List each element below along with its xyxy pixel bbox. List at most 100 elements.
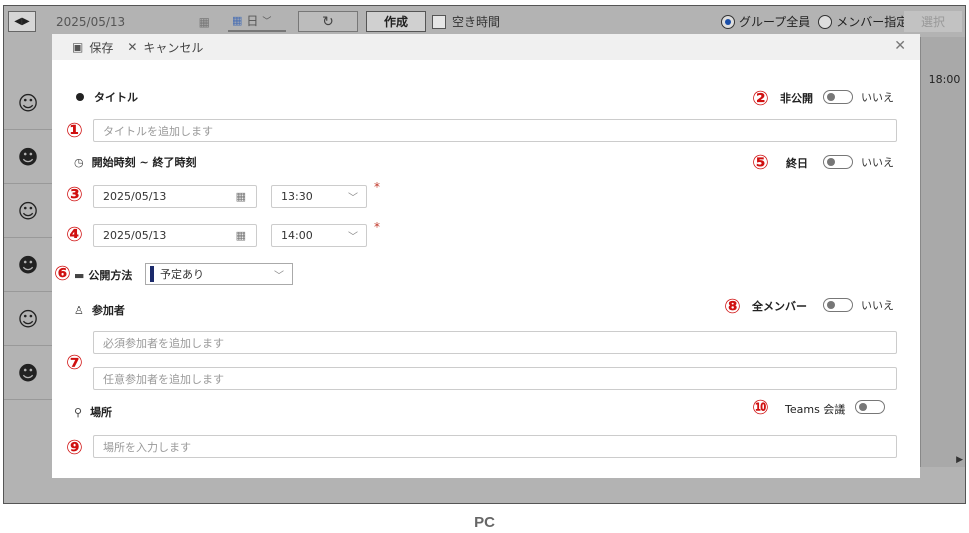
avatar[interactable]: ☺: [4, 76, 52, 130]
title-label: タイトル: [94, 91, 138, 104]
start-time-select[interactable]: 13:30 ﹀: [271, 185, 367, 208]
end-date-input[interactable]: 2025/05/13 ▦: [93, 224, 257, 247]
required-attendees-input[interactable]: 必須参加者を追加します: [93, 331, 897, 354]
chevron-down-icon: ﹀: [348, 232, 358, 243]
attendees-label: 参加者: [91, 304, 125, 317]
start-date-value: 2025/05/13: [103, 190, 167, 203]
person-icon: ☺: [17, 198, 39, 223]
chevron-down-icon: ﹀: [348, 193, 358, 204]
free-time-label: 空き時間: [452, 15, 501, 29]
cancel-button[interactable]: ✕ キャンセル: [127, 39, 203, 56]
annotation-2: ②: [752, 86, 769, 110]
allday-value: いいえ: [861, 156, 894, 169]
avatar[interactable]: ☻: [4, 346, 52, 400]
toggle-switch[interactable]: [855, 400, 885, 414]
status-color-bar: [150, 266, 154, 282]
required-mark: *: [374, 180, 380, 194]
teams-toggle[interactable]: [855, 400, 893, 414]
avatar[interactable]: ☻: [4, 238, 52, 292]
toggle-switch[interactable]: [823, 155, 853, 169]
avatar[interactable]: ☺: [4, 184, 52, 238]
save-button[interactable]: ▣ 保存: [72, 39, 113, 56]
title-input[interactable]: タイトルを追加します: [93, 119, 897, 142]
clock-icon: ◷: [74, 155, 84, 169]
select-button[interactable]: 選択: [904, 11, 962, 32]
annotation-1: ①: [66, 118, 83, 142]
radio-member-select[interactable]: [818, 14, 833, 29]
member-radio-group: グループ全員 メンバー指定: [721, 11, 916, 32]
allday-label: 終日: [786, 157, 808, 170]
member-select-label: メンバー指定: [836, 15, 909, 29]
calendar-icon: ▦: [232, 14, 243, 27]
calendar-icon: ▦: [235, 229, 246, 242]
calendar-icon: ▦: [198, 14, 210, 29]
dialog-close-icon[interactable]: ✕: [894, 38, 906, 54]
dialog-header: ▣ 保存 ✕ キャンセル ✕: [52, 34, 920, 60]
refresh-button[interactable]: ↻: [298, 11, 358, 32]
toggle-switch[interactable]: [823, 298, 853, 312]
location-pin-icon: ⚲: [74, 405, 83, 419]
group-all-label: グループ全員: [739, 15, 811, 29]
private-value: いいえ: [861, 91, 894, 104]
teams-label: Teams 会議: [785, 403, 846, 416]
annotation-7: ⑦: [66, 350, 83, 374]
annotation-6: ⑥: [54, 261, 71, 285]
date-field[interactable]: 2025/05/13 ▦: [52, 11, 214, 32]
refresh-icon: ↻: [322, 13, 334, 30]
end-time-value: 14:00: [281, 229, 313, 242]
start-time-value: 13:30: [281, 190, 313, 203]
date-value: 2025/05/13: [56, 14, 126, 29]
avatar[interactable]: ☻: [4, 130, 52, 184]
free-time-checkbox[interactable]: 空き時間: [432, 11, 500, 32]
toolbar: ◀▶ 2025/05/13 ▦ ▦ 日 ﹀ ↻ 作成 空き時間 グループ全員 メ…: [4, 6, 965, 37]
toggle-switch[interactable]: [823, 90, 853, 104]
create-button[interactable]: 作成: [366, 11, 426, 32]
event-dialog: ▣ 保存 ✕ キャンセル ✕ タイトル ② 非公開 いいえ ① タイトルを追加し…: [52, 34, 920, 478]
allday-toggle[interactable]: いいえ: [823, 154, 894, 170]
calendar-grid: 18:00 ▶: [920, 37, 965, 467]
save-label: 保存: [89, 40, 114, 55]
annotation-4: ④: [66, 222, 83, 246]
location-label-row: ⚲ 場所: [74, 404, 112, 420]
person-icon: ☻: [17, 252, 39, 277]
time-label: 18:00: [928, 73, 961, 86]
location-input[interactable]: 場所を入力します: [93, 435, 897, 458]
all-members-value: いいえ: [861, 299, 894, 312]
person-icon: ☻: [17, 144, 39, 169]
radio-group-all[interactable]: [721, 14, 735, 29]
avatar[interactable]: ☺: [4, 292, 52, 346]
location-label: 場所: [90, 406, 113, 419]
caption: PC: [474, 514, 495, 531]
checkbox-box[interactable]: [432, 14, 446, 29]
start-date-input[interactable]: 2025/05/13 ▦: [93, 185, 257, 208]
annotation-10: ⑩: [752, 395, 769, 419]
optional-attendees-input[interactable]: 任意参加者を追加します: [93, 367, 897, 390]
view-value: 日: [246, 14, 259, 28]
required-mark: *: [374, 220, 380, 234]
publish-value: 予定あり: [160, 268, 204, 281]
publish-select[interactable]: 予定あり ﹀: [145, 263, 293, 285]
person-icon: ☻: [17, 360, 39, 385]
bullet-icon: [76, 93, 84, 101]
chevron-down-icon: ﹀: [262, 17, 272, 27]
time-label: 開始時刻 ~ 終了時刻: [91, 156, 197, 169]
title-label-row: タイトル: [76, 89, 138, 105]
annotation-9: ⑨: [66, 435, 83, 459]
annotation-5: ⑤: [752, 150, 769, 174]
person-icon: ♙: [74, 303, 84, 317]
end-date-value: 2025/05/13: [103, 229, 167, 242]
all-members-toggle[interactable]: いいえ: [823, 297, 894, 313]
close-icon: ✕: [127, 40, 138, 54]
person-icon: ☺: [17, 306, 39, 331]
time-label-row: ◷ 開始時刻 ~ 終了時刻: [74, 154, 197, 170]
scroll-right-icon[interactable]: ▶: [956, 455, 963, 465]
prev-next-button[interactable]: ◀▶: [8, 11, 36, 32]
private-label: 非公開: [780, 92, 813, 105]
publish-label: 公開方法: [88, 269, 133, 282]
calendar-icon: ▬: [74, 268, 85, 282]
annotation-8: ⑧: [724, 294, 741, 318]
end-time-select[interactable]: 14:00 ﹀: [271, 224, 367, 247]
private-toggle[interactable]: いいえ: [823, 89, 894, 105]
calendar-icon: ▦: [235, 190, 246, 203]
view-select[interactable]: ▦ 日 ﹀: [228, 11, 286, 32]
